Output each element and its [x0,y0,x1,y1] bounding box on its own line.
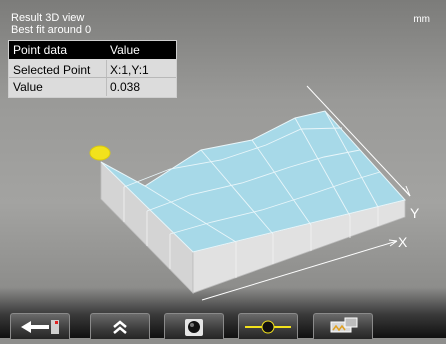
machine-view-button[interactable] [313,313,373,339]
axis-y-label: Y [410,205,420,221]
result-3d-view-screen: Result 3D view Best fit around 0 mm Poin… [0,0,446,339]
machine-view-icon [330,317,358,333]
back-arrow-icon [21,320,59,334]
laser-button[interactable] [238,313,298,339]
page-up-button[interactable] [90,313,150,339]
selected-point-marker[interactable] [89,145,111,161]
back-button[interactable] [10,313,70,339]
double-chevron-up-icon [113,320,127,334]
circle-target-icon [185,319,203,336]
laser-line-icon [245,320,291,334]
target-button[interactable] [164,313,224,339]
axis-x-label: X [398,234,408,250]
3d-surface-plot[interactable]: Y X [0,0,446,338]
